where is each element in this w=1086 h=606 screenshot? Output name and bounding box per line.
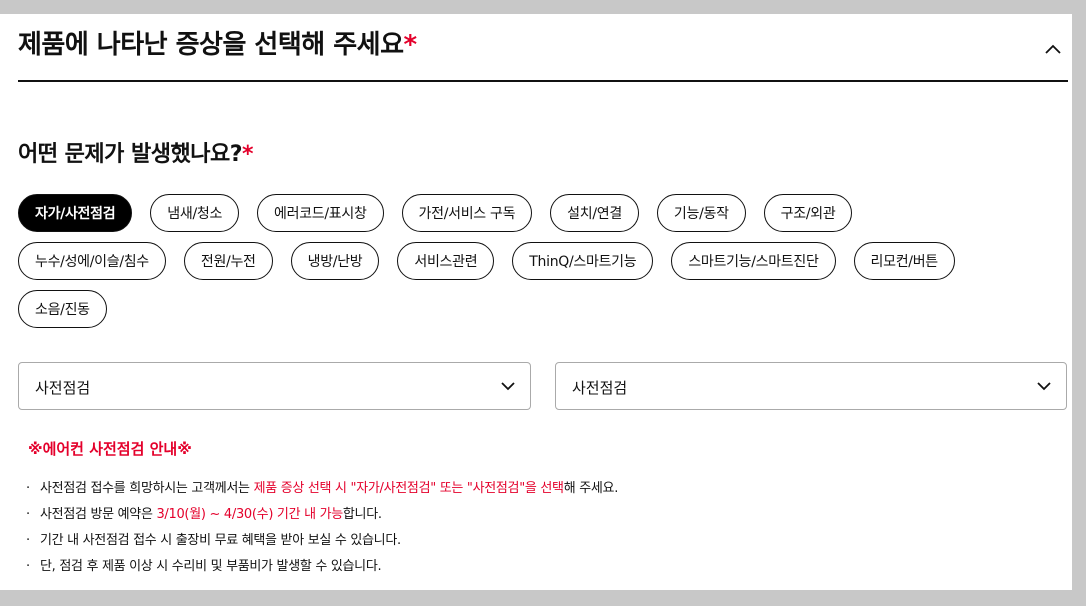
notice-text: 단, 점검 후 제품 이상 시 수리비 및 부품비가 발생할 수 있습니다.	[40, 559, 382, 574]
bullet: ·	[26, 559, 30, 574]
notice-highlight: 제품 증상 선택 시 "자가/사전점검" 또는 "사전점검"을 선택	[253, 481, 564, 496]
category-chip-row: 누수/성에/이슬/침수 전원/누전 냉방/난방 서비스관련 ThinQ/스마트기…	[18, 242, 955, 280]
symptom-select-primary[interactable]: 사전점검	[18, 362, 531, 410]
chip-label: 자가/사전점검	[35, 206, 116, 222]
required-mark: *	[403, 30, 418, 60]
question-label: 어떤 문제가 발생했나요?*	[18, 142, 254, 167]
chip-label: 구조/외관	[780, 206, 836, 222]
notice-text: 해 주세요.	[563, 481, 619, 496]
chip-label: 기능/동작	[673, 206, 729, 222]
notice-item: · 기간 내 사전점검 접수 시 출장비 무료 혜택을 받아 보실 수 있습니다.	[26, 532, 618, 558]
section-title: 제품에 나타난 증상을 선택해 주세요*	[18, 30, 418, 60]
notice-title: ※에어컨 사전점검 안내※	[28, 440, 192, 458]
notice-list: · 사전점검 접수를 희망하시는 고객께서는 제품 증상 선택 시 "자가/사전점…	[26, 480, 618, 584]
required-mark: *	[241, 142, 254, 167]
chip-function-operation[interactable]: 기능/동작	[656, 194, 746, 232]
chip-thinq-smart[interactable]: ThinQ/스마트기능	[512, 242, 654, 280]
chip-appliance-subscription[interactable]: 가전/서비스 구독	[401, 194, 533, 232]
bullet: ·	[26, 507, 30, 522]
chip-smell-cleaning[interactable]: 냄새/청소	[150, 194, 240, 232]
chip-label: 설치/연결	[567, 206, 622, 222]
section-header[interactable]: 제품에 나타난 증상을 선택해 주세요*	[18, 14, 1068, 82]
select-value: 사전점검	[572, 379, 628, 397]
chip-leak-frost[interactable]: 누수/성에/이슬/침수	[18, 242, 166, 280]
bullet: ·	[26, 481, 30, 496]
chip-label: 냄새/청소	[167, 206, 223, 222]
notice-text: 사전점검 접수를 희망하시는 고객께서는	[40, 481, 254, 496]
chip-self-precheck[interactable]: 자가/사전점검	[18, 194, 133, 232]
chip-error-code-display[interactable]: 에러코드/표시창	[257, 194, 384, 232]
chevron-down-icon	[1037, 382, 1051, 391]
chip-cooling-heating[interactable]: 냉방/난방	[290, 242, 380, 280]
notice-text: 합니다.	[342, 507, 382, 522]
chip-remote-button[interactable]: 리모컨/버튼	[853, 242, 955, 280]
notice-item: · 사전점검 방문 예약은 3/10(월) ~ 4/30(수) 기간 내 가능합니…	[26, 506, 618, 532]
category-chip-row: 소음/진동	[18, 290, 107, 328]
chip-label: 리모컨/버튼	[870, 254, 939, 270]
chip-label: 스마트기능/스마트진단	[688, 254, 819, 270]
chevron-down-icon	[501, 382, 515, 391]
notice-text: 기간 내 사전점검 접수 시 출장비 무료 혜택을 받아 보실 수 있습니다.	[40, 533, 401, 548]
notice-item: · 사전점검 접수를 희망하시는 고객께서는 제품 증상 선택 시 "자가/사전점…	[26, 480, 618, 506]
bullet: ·	[26, 533, 30, 548]
chip-label: 에러코드/표시창	[274, 206, 367, 222]
chip-install-connect[interactable]: 설치/연결	[550, 194, 639, 232]
chip-label: 누수/성에/이슬/침수	[35, 254, 149, 270]
chevron-up-icon[interactable]	[1044, 42, 1062, 56]
chip-label: ThinQ/스마트기능	[529, 254, 637, 270]
category-chip-row: 자가/사전점검 냄새/청소 에러코드/표시창 가전/서비스 구독 설치/연결 기…	[18, 194, 853, 232]
notice-item: · 단, 점검 후 제품 이상 시 수리비 및 부품비가 발생할 수 있습니다.	[26, 558, 618, 584]
symptom-panel: 제품에 나타난 증상을 선택해 주세요* 어떤 문제가 발생했나요?* 자가/사…	[0, 14, 1072, 590]
chip-label: 소음/진동	[35, 302, 90, 318]
chip-label: 가전/서비스 구독	[418, 206, 516, 222]
chip-smart-diagnosis[interactable]: 스마트기능/스마트진단	[671, 242, 836, 280]
chip-label: 냉방/난방	[307, 254, 363, 270]
chip-label: 서비스관련	[414, 254, 478, 270]
chip-label: 전원/누전	[200, 254, 256, 270]
notice-text: 사전점검 방문 예약은	[40, 507, 157, 522]
chip-power-leakage[interactable]: 전원/누전	[183, 242, 273, 280]
chip-noise-vibration[interactable]: 소음/진동	[18, 290, 107, 328]
chip-service-related[interactable]: 서비스관련	[397, 242, 495, 280]
select-value: 사전점검	[35, 379, 91, 397]
symptom-select-secondary[interactable]: 사전점검	[555, 362, 1067, 410]
notice-highlight: 3/10(월) ~ 4/30(수) 기간 내 가능	[156, 507, 343, 522]
chip-structure-exterior[interactable]: 구조/외관	[763, 194, 853, 232]
